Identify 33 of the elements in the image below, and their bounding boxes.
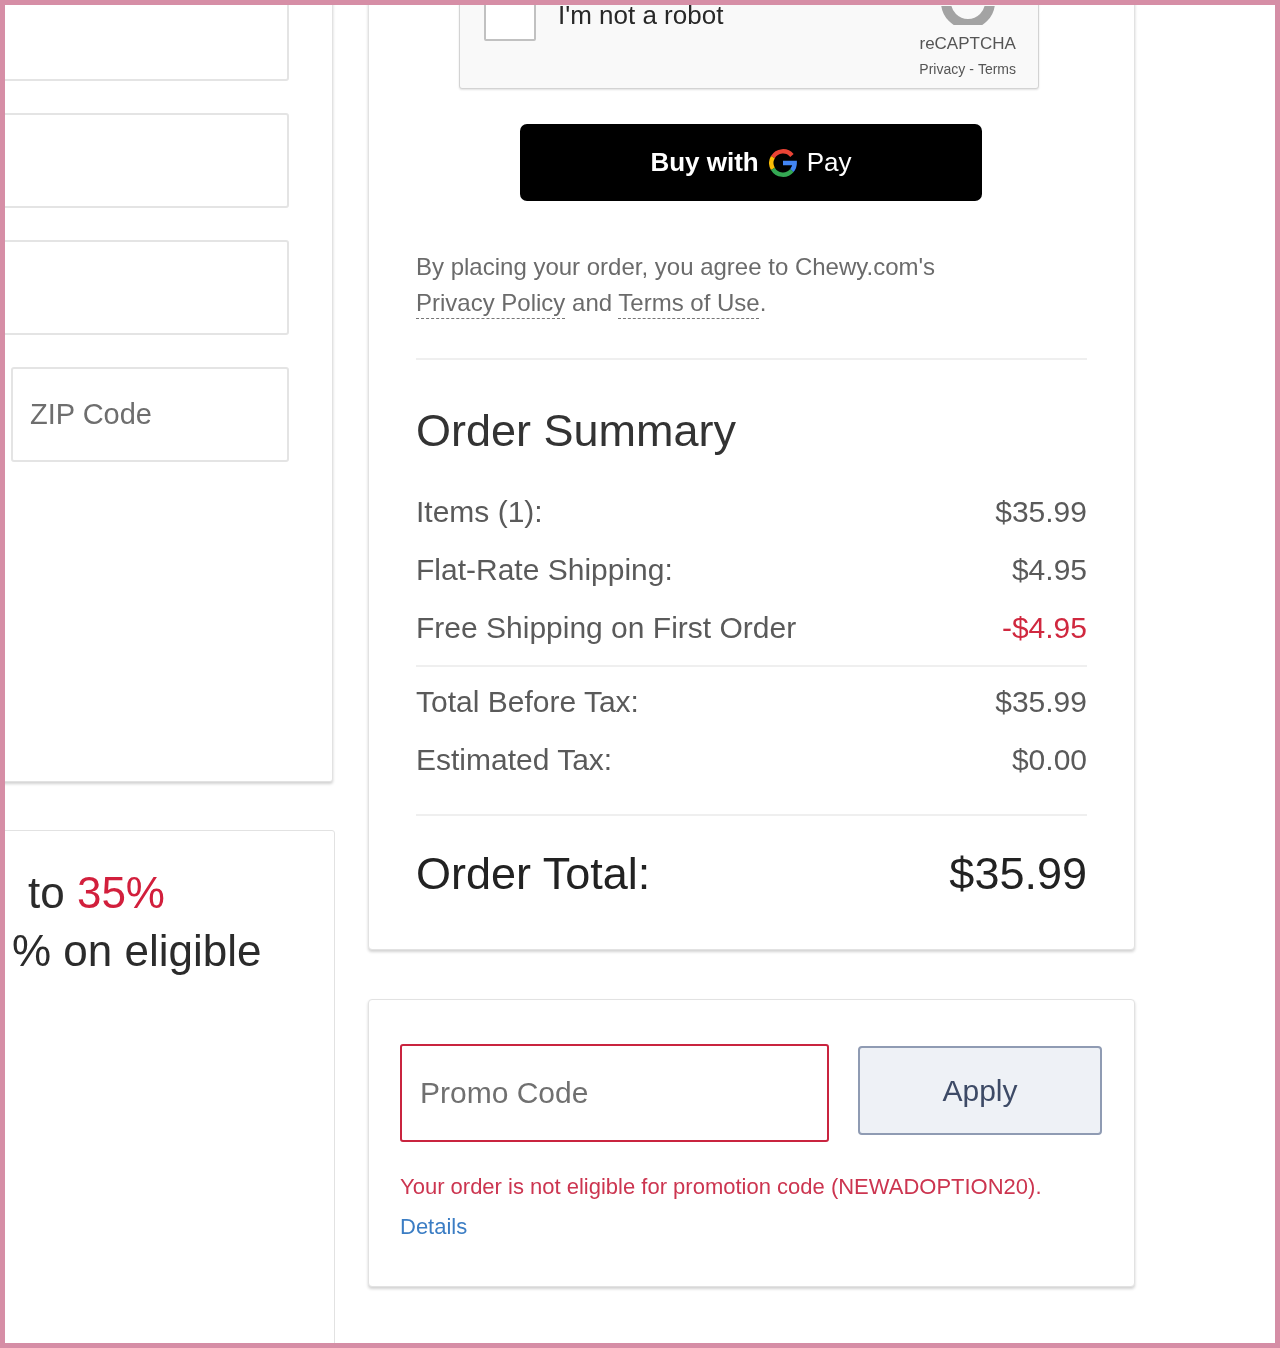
summary-value: $35.99 [995,683,1087,720]
legal-text: By placing your order, you agree to Chewy.com's Privacy Policy and Terms of Use. [416,252,937,318]
summary-value: $4.95 [1011,551,1087,588]
input-field[interactable] [5,240,289,335]
apply-button[interactable]: Apply [858,1046,1102,1135]
summary-label: Estimated Tax: [416,741,613,778]
error-message: Your order is not eligible for promotion code (NEWADOPTION20). [400,1173,1043,1201]
captcha-brand-text: reCAPTCHA [919,35,1016,53]
offer-text: to 35% [27,867,166,919]
summary-value: -$4.95 [1001,609,1087,646]
total-label: Order Total: [416,847,651,902]
summary-value: $0.00 [1011,741,1087,778]
link-separator: - [969,61,974,77]
input-field[interactable] [5,113,289,208]
promo-code-field[interactable]: Promo Code [400,1044,829,1142]
legal-link[interactable]: Privacy Policy [416,289,566,316]
input-field[interactable] [5,5,289,81]
summary-label: Flat-Rate Shipping: [416,551,673,588]
legal-link[interactable]: Terms of Use [618,289,760,316]
g-logo-icon [768,148,797,177]
pay-button[interactable]: Buy with Pay [520,124,982,201]
captcha-link[interactable]: Privacy [919,61,966,77]
details-link[interactable]: Details [400,1212,468,1242]
captcha-link[interactable]: Terms [977,61,1016,77]
offer-text: % on eligible [11,925,263,977]
summary-label: Items (1): [416,493,543,530]
summary-label: Total Before Tax: [416,683,639,720]
summary-title: Order Summary [416,404,738,458]
input-field[interactable]: ZIP Code [11,367,289,462]
total-value: $35.99 [949,847,1087,902]
summary-label: Free Shipping on First Order [416,609,797,646]
captcha-label: I'm not a robot [558,5,724,32]
summary-value: $35.99 [995,493,1087,530]
